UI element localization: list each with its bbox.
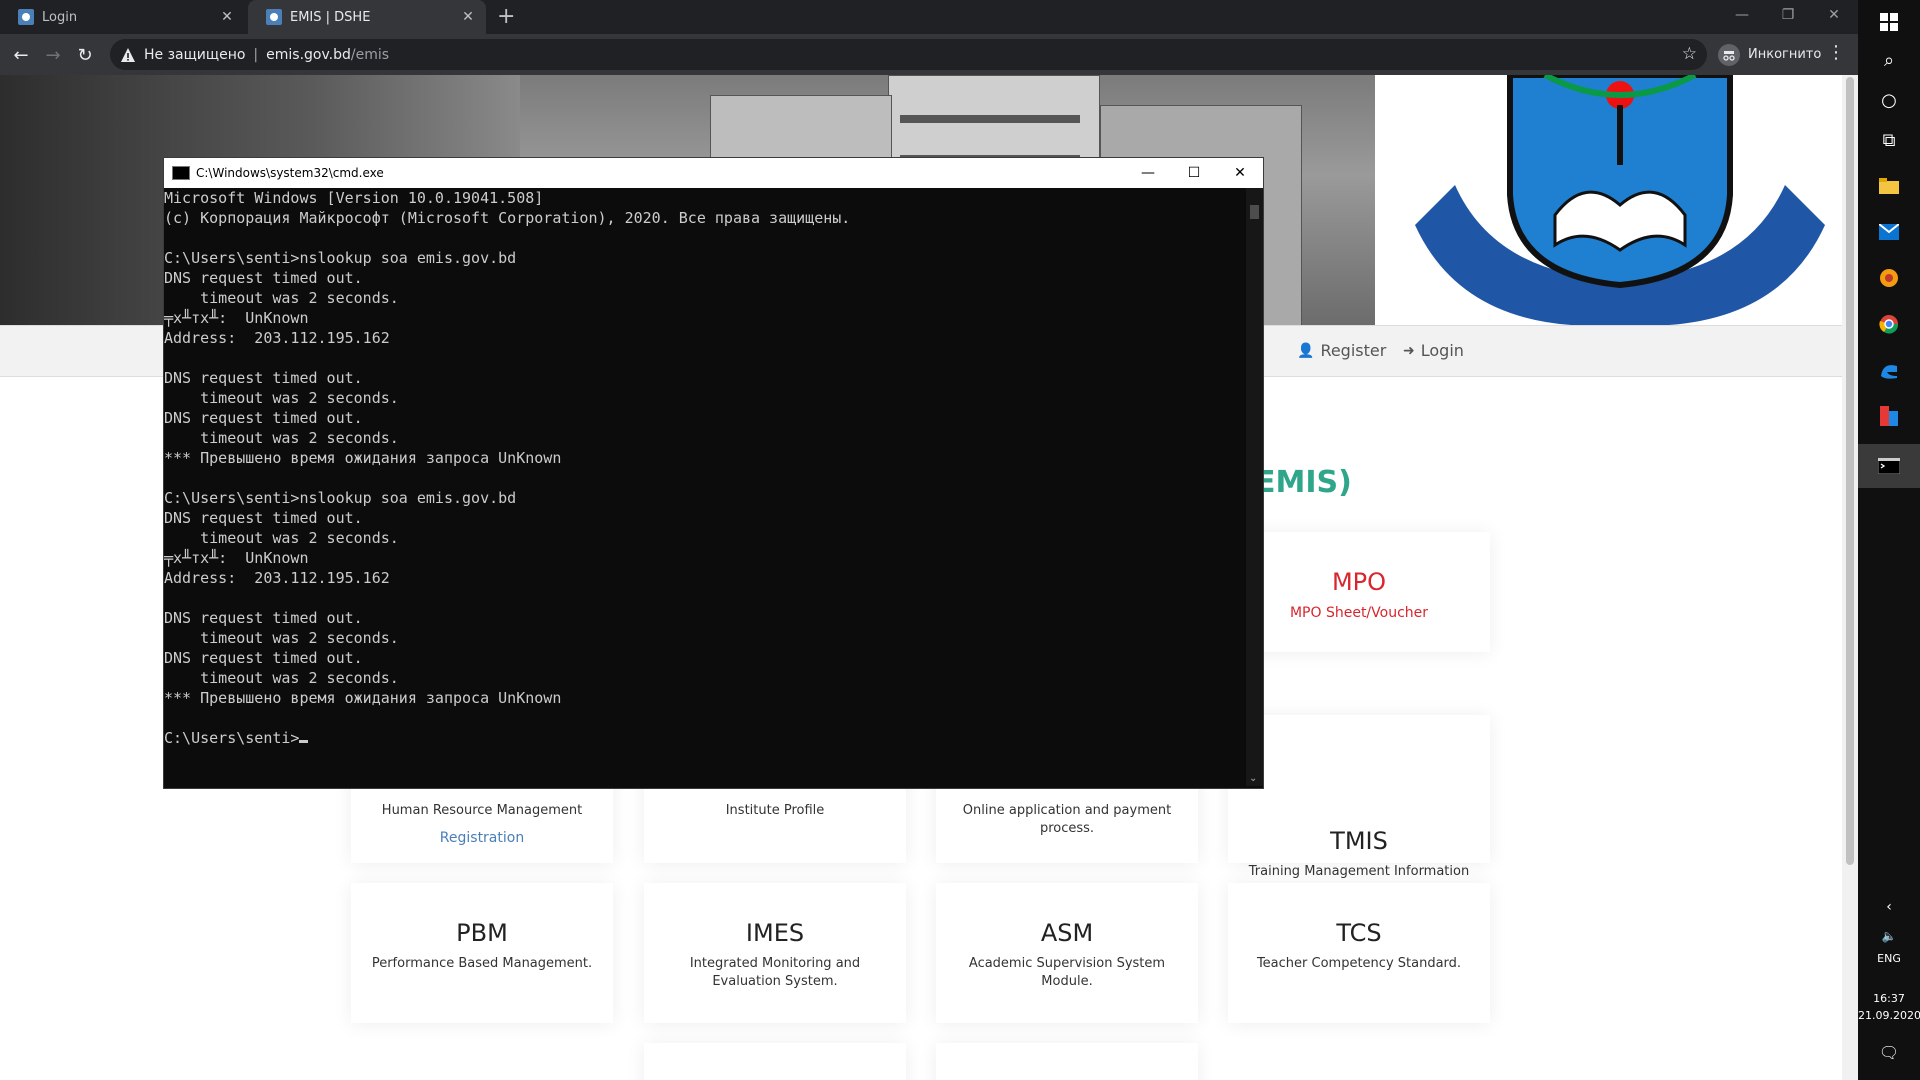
mail-icon[interactable] <box>1858 210 1920 254</box>
cmd-window[interactable]: C:\Windows\system32\cmd.exe — ☐ ✕ Micros… <box>163 157 1264 789</box>
language-indicator[interactable]: ENG <box>1858 952 1920 965</box>
divider: | <box>253 46 259 63</box>
login-label: Login <box>1420 341 1464 360</box>
card-title: TMIS <box>1330 827 1388 855</box>
scroll-down-icon[interactable]: ⌄ <box>1249 773 1257 784</box>
text-cursor <box>299 740 309 743</box>
page-heading: EMIS) <box>1255 465 1352 500</box>
card-desc: Performance Based Management. <box>371 956 593 971</box>
cmd-close-icon[interactable]: ✕ <box>1217 158 1263 188</box>
cortana-circle-icon[interactable]: ○ <box>1858 78 1920 122</box>
cmd-scrollbar-thumb[interactable] <box>1250 205 1259 219</box>
address-bar[interactable]: Не защищено | emis.gov.bd/emis ☆ <box>110 39 1707 70</box>
card-desc: MPO Sheet/Voucher <box>1289 605 1429 621</box>
tab-emis[interactable]: EMIS | DSHE ✕ <box>248 0 486 34</box>
app-red-icon[interactable] <box>1858 394 1920 438</box>
card-desc: Integrated Monitoring and Evaluation Sys… <box>689 956 861 989</box>
card-title: IMES <box>745 919 805 947</box>
close-window-icon[interactable]: ✕ <box>1812 0 1856 30</box>
back-arrow-icon[interactable]: ← <box>8 42 34 68</box>
register-label: Register <box>1320 341 1387 360</box>
card-mpo[interactable]: MPO MPO Sheet/Voucher <box>1228 532 1490 652</box>
bookmark-star-icon[interactable]: ☆ <box>1682 44 1697 64</box>
warning-triangle-icon <box>121 47 135 62</box>
site-favicon-icon <box>18 9 34 25</box>
notification-icon[interactable]: 🗨 <box>1858 1030 1920 1074</box>
edge-icon[interactable] <box>1858 348 1920 392</box>
card-tmis[interactable]: TMIS Training Management Information Sys… <box>1228 715 1490 897</box>
card-asm[interactable]: ASM Academic Supervision System Module. <box>936 883 1198 1023</box>
card-pbm[interactable]: PBM Performance Based Management. <box>351 883 613 1023</box>
card-partial[interactable] <box>936 1043 1198 1080</box>
windows-taskbar: ⌕ ○ ⧉ ‹ 🔈 ENG 16:37 21.09.2020 🗨 <box>1858 0 1920 1080</box>
card-imes[interactable]: IMES Integrated Monitoring and Evaluatio… <box>644 883 906 1023</box>
card-desc: Institute Profile <box>725 803 825 818</box>
restore-icon[interactable]: ❐ <box>1766 0 1810 30</box>
tab-label: Login <box>42 9 78 25</box>
close-tab-icon[interactable]: ✕ <box>217 9 237 25</box>
card-title: PBM <box>456 919 508 947</box>
card-title: MPO <box>1331 568 1387 596</box>
tab-label: EMIS | DSHE <box>290 9 371 25</box>
url-host: emis.gov.bd <box>266 46 351 63</box>
browser-toolbar: ← → ↻ Не защищено | emis.gov.bd/emis ☆ И… <box>0 34 1858 75</box>
forward-arrow-icon[interactable]: → <box>40 42 66 68</box>
file-explorer-icon[interactable] <box>1858 164 1920 208</box>
browser-tab-strip: Login ✕ EMIS | DSHE ✕ + — ❐ ✕ <box>0 0 1858 34</box>
cmd-icon <box>172 166 190 180</box>
card-desc: Online application and payment process. <box>962 803 1172 836</box>
board-emblem-logo <box>1415 75 1825 325</box>
minimize-icon[interactable]: — <box>1720 0 1764 30</box>
card-desc: Teacher Competency Standard. <box>1256 956 1462 971</box>
cmd-title: C:\Windows\system32\cmd.exe <box>196 166 384 180</box>
sign-in-icon: ➜ <box>1403 342 1415 359</box>
card-title: TCS <box>1336 919 1382 947</box>
cmd-minimize-icon[interactable]: — <box>1125 158 1171 188</box>
security-label: Не защищено <box>144 46 246 63</box>
task-view-icon[interactable]: ⧉ <box>1858 118 1920 162</box>
site-favicon-icon <box>266 9 282 25</box>
register-link[interactable]: 👤 Register <box>1297 341 1386 360</box>
cmd-taskbar-icon[interactable] <box>1858 444 1920 488</box>
new-tab-plus-icon[interactable]: + <box>497 5 515 29</box>
url-path: /emis <box>350 46 390 63</box>
cmd-maximize-icon[interactable]: ☐ <box>1171 158 1217 188</box>
cmd-title-bar[interactable]: C:\Windows\system32\cmd.exe — ☐ ✕ <box>164 158 1263 188</box>
reload-icon[interactable]: ↻ <box>72 42 98 68</box>
clock-time[interactable]: 16:37 <box>1858 992 1920 1005</box>
chrome-icon[interactable] <box>1858 302 1920 346</box>
app-orange-icon[interactable] <box>1858 256 1920 300</box>
clock-date[interactable]: 21.09.2020 <box>1858 1009 1920 1022</box>
more-menu-icon[interactable]: ⋮ <box>1827 42 1845 63</box>
login-link[interactable]: ➜ Login <box>1403 341 1464 360</box>
registration-link[interactable]: Registration <box>351 830 613 846</box>
tab-login[interactable]: Login ✕ <box>0 0 245 34</box>
cmd-scrollbar[interactable]: ⌄ <box>1246 188 1263 786</box>
card-tcs[interactable]: TCS Teacher Competency Standard. <box>1228 883 1490 1023</box>
incognito-indicator[interactable]: Инкогнито <box>1718 40 1821 69</box>
close-tab-icon[interactable]: ✕ <box>458 9 478 25</box>
card-partial[interactable] <box>644 1043 906 1080</box>
user-icon: 👤 <box>1297 342 1315 359</box>
card-title: ASM <box>1040 919 1094 947</box>
cmd-output-text: Microsoft Windows [Version 10.0.19041.50… <box>164 189 851 747</box>
page-scrollbar[interactable] <box>1842 75 1858 1080</box>
search-icon[interactable]: ⌕ <box>1858 38 1920 82</box>
cmd-output[interactable]: Microsoft Windows [Version 10.0.19041.50… <box>164 188 850 748</box>
incognito-icon <box>1718 43 1740 66</box>
incognito-label: Инкогнито <box>1748 47 1822 62</box>
card-desc: Academic Supervision System Module. <box>968 956 1166 989</box>
scrollbar-thumb[interactable] <box>1846 77 1854 865</box>
card-desc: Human Resource Management <box>381 803 583 818</box>
